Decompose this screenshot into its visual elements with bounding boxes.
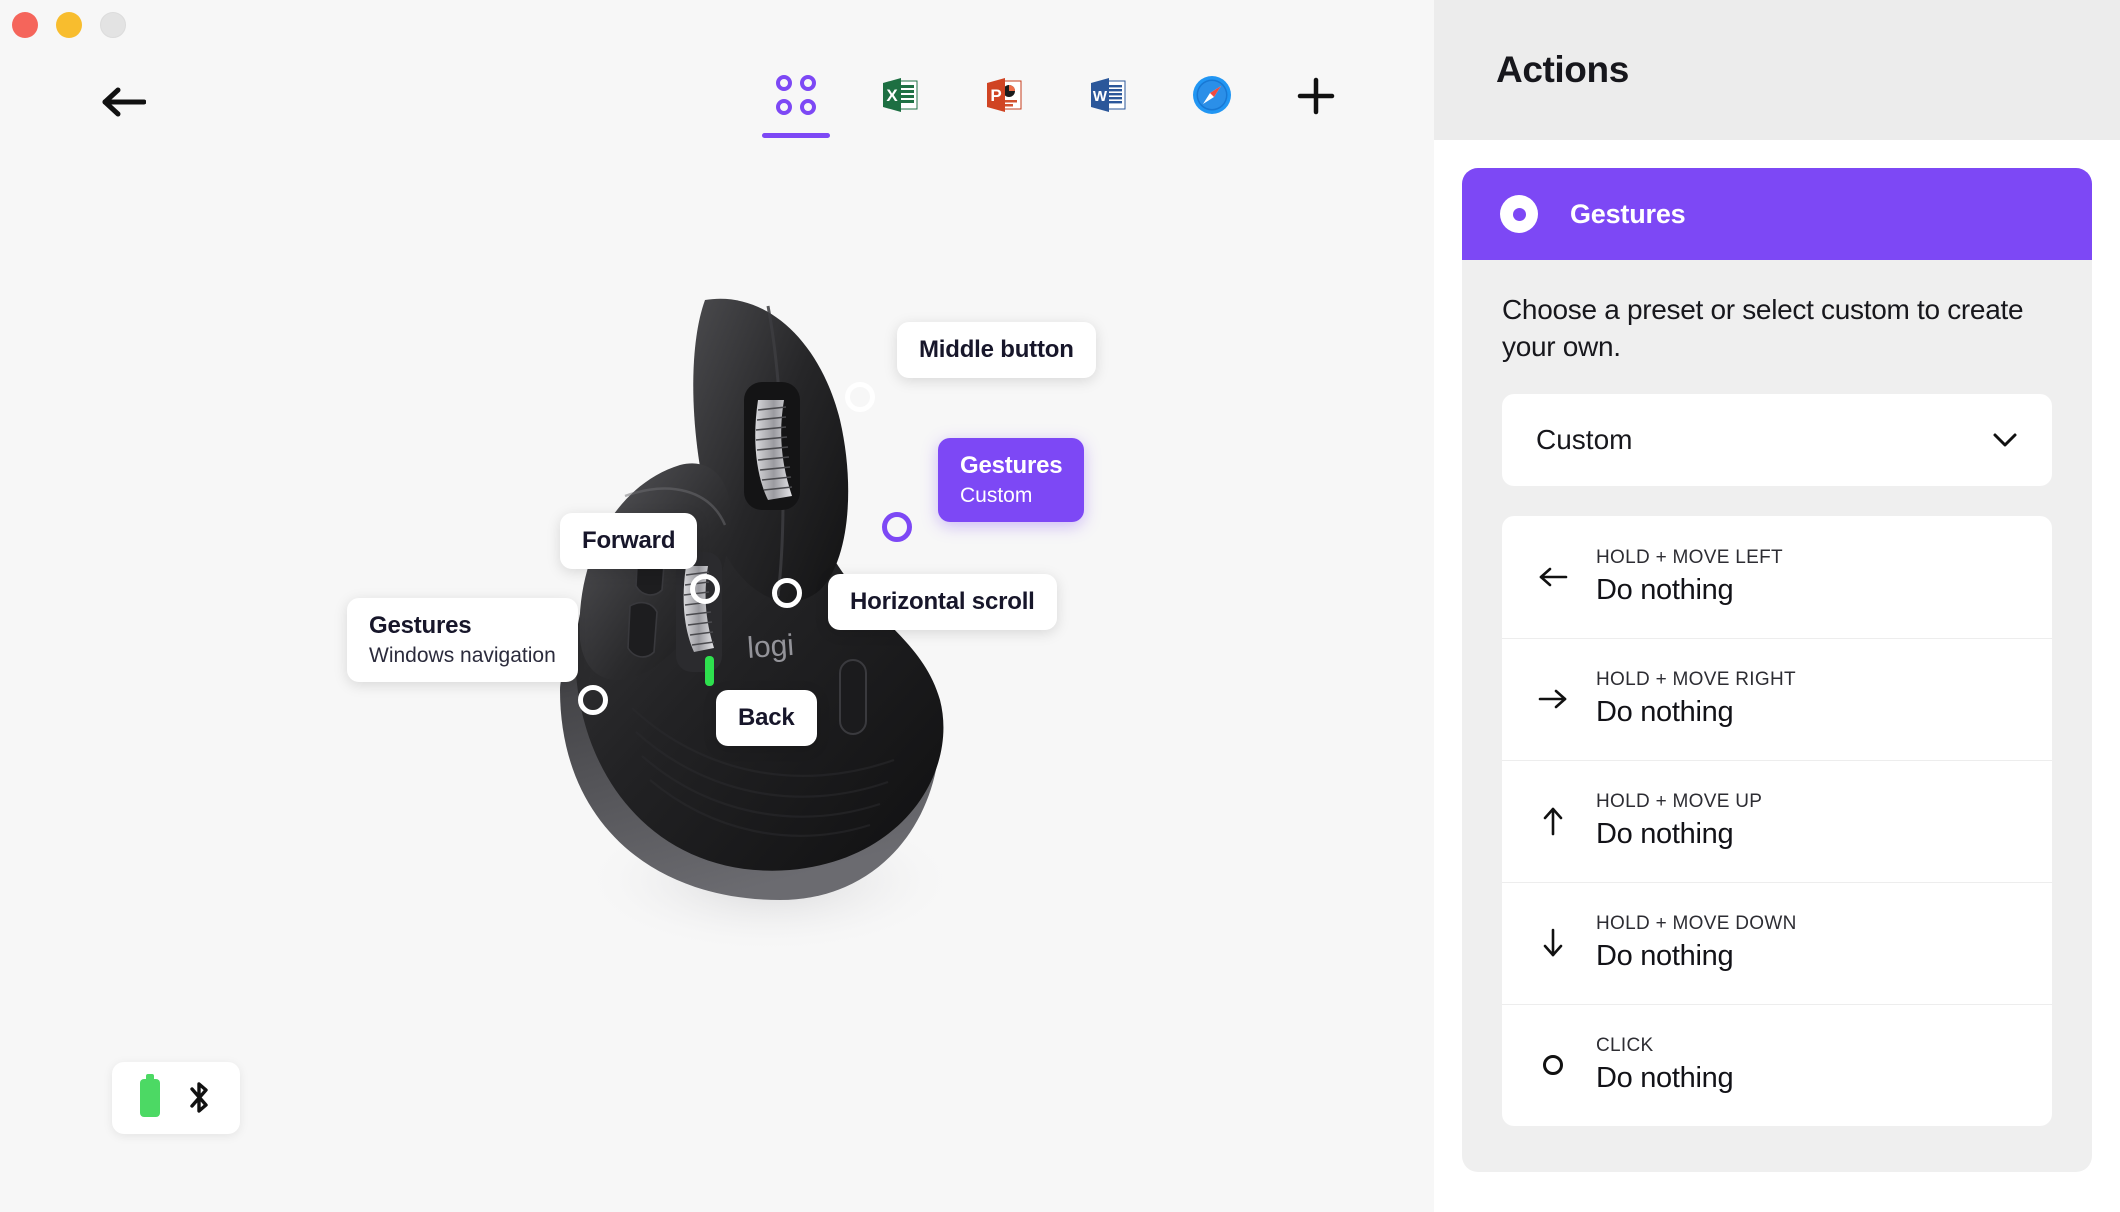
battery-icon [140,1074,160,1117]
window-traffic-lights [12,12,126,38]
callout-title: Gestures [369,612,472,639]
preset-select-value: Custom [1536,423,1633,455]
callout-middle-button[interactable]: Middle button [897,322,1096,378]
callout-forward[interactable]: Forward [560,513,698,569]
helper-text: Choose a preset or select custom to crea… [1502,294,2024,362]
arrow-right-icon [1536,688,1570,710]
app-window: X P W logi Middle button Gestures Custom… [0,0,2120,1212]
callout-back[interactable]: Back [716,690,817,746]
app-tab-strip: X P W [762,70,1342,138]
preset-select[interactable]: Custom [1502,393,2052,486]
action-label: HOLD + MOVE UP [1596,791,1763,813]
four-dots-icon [776,72,816,118]
callout-subtitle: Custom [960,484,1033,507]
word-tab[interactable]: W [1082,72,1134,134]
arrow-down-icon [1536,928,1570,958]
gestures-card-body: Choose a preset or select custom to crea… [1462,260,2092,1172]
panel-header: Actions [1434,0,2120,140]
maximize-window-button[interactable] [100,12,126,38]
svg-text:P: P [990,86,1001,105]
action-label: HOLD + MOVE LEFT [1596,546,1783,568]
powerpoint-icon: P [983,72,1025,118]
back-button[interactable] [98,82,148,122]
hotspot-gestures-button[interactable] [882,512,912,542]
excel-tab[interactable]: X [874,72,926,134]
callout-horizontal-scroll[interactable]: Horizontal scroll [828,574,1057,630]
word-icon: W [1087,72,1129,118]
gesture-actions-list: HOLD + MOVE LEFT Do nothing HOLD + MOVE … [1502,515,2052,1126]
close-window-button[interactable] [12,12,38,38]
tab-indicator [970,133,1038,138]
circle-icon [1536,1055,1570,1076]
hotspot-gestures-windows-navigation[interactable] [578,685,608,715]
device-status-bar [112,1062,240,1134]
safari-icon [1191,72,1233,118]
page-title: Actions [1496,49,1629,90]
panel-body: Gestures Choose a preset or select custo… [1434,140,2120,1172]
action-label: HOLD + MOVE DOWN [1596,913,1797,935]
action-value: Do nothing [1596,940,1734,973]
arrow-left-icon [1536,566,1570,588]
svg-text:W: W [1093,88,1108,105]
action-row-hold-move-up[interactable]: HOLD + MOVE UP Do nothing [1502,759,2052,882]
gesture-dot-icon [1500,195,1538,233]
gestures-card-header[interactable]: Gestures [1462,168,2092,260]
actions-panel: Actions Gestures Choose a preset or sele… [1434,0,2120,1212]
action-value: Do nothing [1596,573,1734,606]
callout-title: Back [738,704,795,731]
callout-title: Gestures [960,452,1063,479]
plus-icon [1297,77,1335,115]
action-row-hold-move-right[interactable]: HOLD + MOVE RIGHT Do nothing [1502,637,2052,760]
arrow-up-icon [1536,806,1570,836]
gestures-card: Gestures Choose a preset or select custo… [1462,168,2092,1172]
action-row-click[interactable]: CLICK Do nothing [1502,1003,2052,1126]
main-content-area: X P W logi Middle button Gestures Custom… [0,0,1434,1212]
action-value: Do nothing [1596,818,1734,851]
safari-tab[interactable] [1186,72,1238,134]
action-value: Do nothing [1596,1062,1734,1095]
tab-indicator [1074,133,1142,138]
svg-text:logi: logi [746,629,795,665]
hotspot-horizontal-scroll[interactable] [772,578,802,608]
callout-title: Horizontal scroll [850,588,1035,615]
callout-title: Middle button [919,336,1074,363]
callout-gestures-custom[interactable]: Gestures Custom [938,438,1085,522]
hotspot-middle-button[interactable] [845,382,875,412]
action-row-hold-move-left[interactable]: HOLD + MOVE LEFT Do nothing [1502,516,2052,638]
device-stage: logi Middle button Gestures Custom Forwa… [0,150,1434,1150]
minimize-window-button[interactable] [56,12,82,38]
all-apps-tab[interactable] [762,72,830,138]
bluetooth-icon [190,1082,208,1113]
powerpoint-tab[interactable]: P [978,72,1030,134]
hotspot-forward-button[interactable] [690,574,720,604]
action-row-hold-move-down[interactable]: HOLD + MOVE DOWN Do nothing [1502,881,2052,1004]
gestures-card-title: Gestures [1570,198,1686,229]
callout-title: Forward [582,527,676,554]
arrow-left-icon [102,87,146,117]
callout-gestures-windows-navigation[interactable]: Gestures Windows navigation [347,598,578,682]
action-value: Do nothing [1596,696,1734,729]
action-label: CLICK [1596,1035,1654,1057]
active-tab-indicator [762,133,830,138]
add-app-button[interactable] [1290,70,1342,122]
excel-icon: X [879,72,921,118]
action-label: HOLD + MOVE RIGHT [1596,669,1796,691]
tab-indicator [866,133,934,138]
callout-subtitle: Windows navigation [369,644,556,667]
tab-indicator [1178,133,1246,138]
chevron-down-icon [1993,433,2017,447]
svg-text:X: X [886,86,898,105]
